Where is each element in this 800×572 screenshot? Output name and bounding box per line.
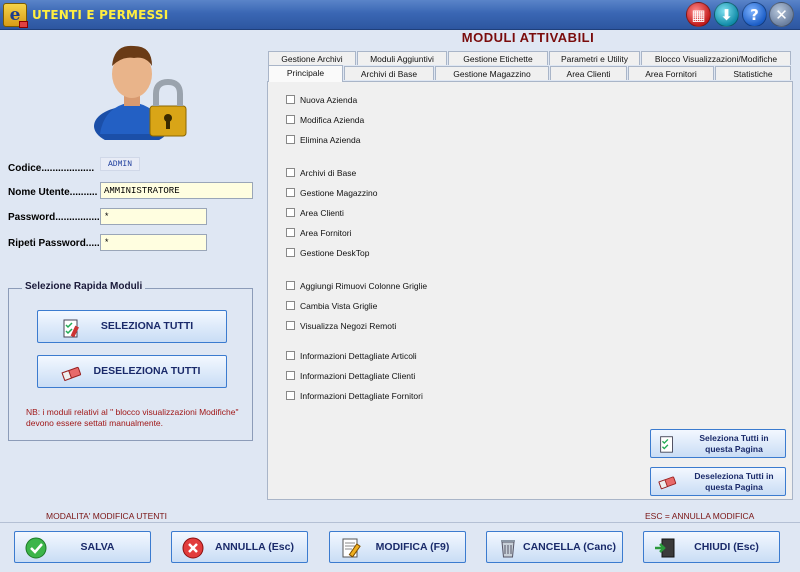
cancel-label: ANNULLA (Esc) bbox=[215, 541, 294, 553]
checkbox-info-articoli[interactable] bbox=[286, 351, 295, 360]
delete-label: CANCELLA (Canc) bbox=[523, 541, 616, 553]
deselect-page-button[interactable]: Deseleziona Tutti in questa Pagina bbox=[650, 467, 786, 496]
checkbox-info-fornitori[interactable] bbox=[286, 391, 295, 400]
tab-archivi-di-base[interactable]: Archivi di Base bbox=[344, 66, 434, 80]
password-label: Password................ bbox=[8, 212, 100, 223]
checkbox-label: Nuova Azienda bbox=[300, 95, 358, 105]
checkbox-label: Gestione Magazzino bbox=[300, 188, 378, 198]
checkbox-label: Modifica Azienda bbox=[300, 115, 365, 125]
checkbox-negozi-remoti[interactable] bbox=[286, 321, 295, 330]
modules-title: MODULI ATTIVABILI bbox=[461, 30, 595, 45]
checkbox-area-fornitori[interactable] bbox=[286, 228, 295, 237]
repeat-password-field[interactable]: * bbox=[100, 234, 207, 251]
deselect-all-label: DESELEZIONA TUTTI bbox=[93, 365, 201, 377]
close-label: CHIUDI (Esc) bbox=[694, 541, 759, 553]
repeat-password-label: Ripeti Password...... bbox=[8, 238, 103, 249]
tab-parametri-utility[interactable]: Parametri e Utility bbox=[549, 51, 640, 65]
checkbox-area-clienti[interactable] bbox=[286, 208, 295, 217]
calculator-icon[interactable]: ▦ bbox=[686, 2, 711, 27]
delete-button[interactable]: CANCELLA (Canc) bbox=[486, 531, 623, 563]
eraser-icon bbox=[658, 476, 677, 490]
close-icon[interactable]: ✕ bbox=[769, 2, 794, 27]
save-button[interactable]: SALVA bbox=[14, 531, 151, 563]
title-bar: e UTENTI E PERMESSI ▦ ⬇ ? ✕ bbox=[0, 0, 800, 30]
close-button[interactable]: CHIUDI (Esc) bbox=[643, 531, 780, 563]
tab-principale[interactable]: Principale bbox=[268, 65, 343, 82]
cancel-button[interactable]: ANNULLA (Esc) bbox=[171, 531, 308, 563]
checkbox-label: Aggiungi Rimuovi Colonne Griglie bbox=[300, 281, 428, 291]
checkbox-label: Gestione DeskTop bbox=[300, 248, 370, 258]
edit-label: MODIFICA (F9) bbox=[375, 541, 450, 553]
checkbox-vista-griglie[interactable] bbox=[286, 301, 295, 310]
checkbox-gestione-magazzino[interactable] bbox=[286, 188, 295, 197]
tab-gestione-archivi[interactable]: Gestione Archivi bbox=[268, 51, 356, 65]
code-value: ADMIN bbox=[100, 157, 140, 171]
select-all-label: SELEZIONA TUTTI bbox=[100, 320, 194, 332]
code-label: Codice................... bbox=[8, 163, 95, 174]
select-page-label: Seleziona Tutti in questa Pagina bbox=[699, 433, 769, 454]
checkbox-modifica-azienda[interactable] bbox=[286, 115, 295, 124]
window-title: UTENTI E PERMESSI bbox=[32, 8, 169, 22]
checkbox-label: Informazioni Dettagliate Articoli bbox=[300, 351, 417, 361]
tab-gestione-etichette[interactable]: Gestione Etichette bbox=[448, 51, 548, 65]
tab-moduli-aggiuntivi[interactable]: Moduli Aggiuntivi bbox=[357, 51, 447, 65]
edit-button[interactable]: MODIFICA (F9) bbox=[329, 531, 466, 563]
tab-gestione-magazzino[interactable]: Gestione Magazzino bbox=[435, 66, 549, 80]
checkbox-label: Cambia Vista Griglie bbox=[300, 301, 378, 311]
esc-hint: ESC = ANNULLA MODIFICA bbox=[645, 511, 755, 521]
checkbox-nuova-azienda[interactable] bbox=[286, 95, 295, 104]
user-lock-icon bbox=[94, 45, 187, 140]
download-icon[interactable]: ⬇ bbox=[714, 2, 739, 27]
checkbox-gestione-desktop[interactable] bbox=[286, 248, 295, 257]
checkbox-label: Archivi di Base bbox=[300, 168, 357, 178]
username-field[interactable]: AMMINISTRATORE bbox=[100, 182, 253, 199]
tab-statistiche[interactable]: Statistiche bbox=[715, 66, 791, 80]
tab-blocco-visualizzazioni[interactable]: Blocco Visualizzazioni/Modifiche bbox=[641, 51, 791, 65]
manual-settings-note: NB: i moduli relativi al " blocco visual… bbox=[26, 407, 239, 428]
help-icon[interactable]: ? bbox=[742, 2, 767, 27]
checkbox-label: Area Fornitori bbox=[300, 228, 352, 238]
checkbox-label: Elimina Azienda bbox=[300, 135, 361, 145]
checkbox-label: Informazioni Dettagliate Fornitori bbox=[300, 391, 423, 401]
checkbox-label: Informazioni Dettagliate Clienti bbox=[300, 371, 416, 381]
checkbox-label: Area Clienti bbox=[300, 208, 344, 218]
select-page-button[interactable]: Seleziona Tutti in questa Pagina bbox=[650, 429, 786, 458]
tab-area-fornitori[interactable]: Area Fornitori bbox=[628, 66, 714, 80]
quick-select-title: Selezione Rapida Moduli bbox=[22, 281, 146, 292]
tab-area-clienti[interactable]: Area Clienti bbox=[550, 66, 627, 80]
username-label: Nome Utente.......... bbox=[8, 187, 98, 198]
checkbox-archivi-di-base[interactable] bbox=[286, 168, 295, 177]
select-all-button[interactable]: SELEZIONA TUTTI bbox=[37, 310, 227, 343]
password-field[interactable]: * bbox=[100, 208, 207, 225]
checkbox-colonne-griglie[interactable] bbox=[286, 281, 295, 290]
checkbox-label: Visualizza Negozi Remoti bbox=[300, 321, 397, 331]
checklist-icon bbox=[660, 436, 673, 453]
deselect-all-button[interactable]: DESELEZIONA TUTTI bbox=[37, 355, 227, 388]
save-label: SALVA bbox=[80, 541, 115, 553]
app-logo-icon: e bbox=[3, 3, 28, 28]
checkbox-elimina-azienda[interactable] bbox=[286, 135, 295, 144]
mode-status: MODALITA' MODIFICA UTENTI bbox=[46, 511, 167, 521]
checkbox-info-clienti[interactable] bbox=[286, 371, 295, 380]
deselect-page-label: Deseleziona Tutti in questa Pagina bbox=[694, 471, 774, 492]
